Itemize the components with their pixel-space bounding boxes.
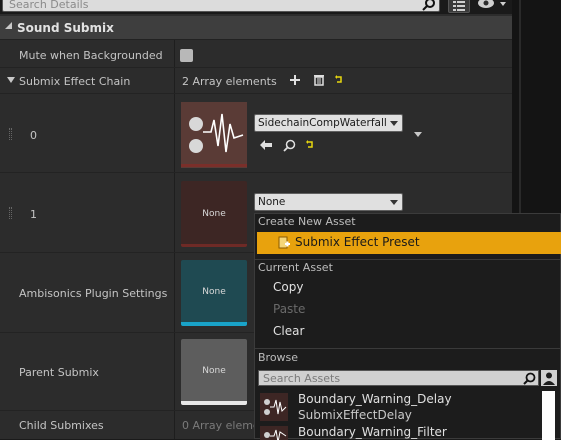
- current-asset-header: Current Asset: [258, 261, 333, 274]
- waveform-icon: [181, 102, 247, 168]
- ambisonics-plugin-settings-label: Ambisonics Plugin Settings: [19, 287, 168, 300]
- asset-dropdown-1[interactable]: None: [254, 193, 403, 211]
- visibility-options-button[interactable]: [476, 0, 510, 13]
- asset-list-item[interactable]: Boundary_Warning_Delay SubmixEffectDelay: [255, 390, 541, 424]
- menu-separator: [255, 259, 561, 260]
- section-header-sound-submix[interactable]: Sound Submix: [0, 16, 512, 40]
- submix-effect-chain-label: Submix Effect Chain: [19, 75, 131, 88]
- browse-icon[interactable]: [283, 139, 296, 152]
- trash-icon[interactable]: [313, 74, 325, 86]
- waveform-icon: [264, 399, 287, 415]
- reset-arrow-icon[interactable]: [305, 140, 315, 150]
- graph-wire: [519, 0, 521, 213]
- add-icon[interactable]: [289, 74, 301, 86]
- menu-separator: [255, 348, 561, 349]
- list-view-icon: [453, 1, 465, 11]
- asset-thumbnail: [260, 393, 288, 421]
- asset-thumbnail: [260, 426, 288, 440]
- array-index-1: 1: [30, 208, 37, 221]
- details-search-placeholder: Search Details: [9, 0, 89, 11]
- effect-chain-count: 2 Array elements: [182, 75, 277, 88]
- asset-type: SubmixEffectDelay: [298, 408, 412, 422]
- use-selected-arrow-icon[interactable]: [259, 139, 273, 151]
- drag-handle-icon[interactable]: [9, 207, 12, 219]
- asset-thumbnail-1[interactable]: None: [181, 181, 247, 247]
- reset-arrow-icon[interactable]: [334, 75, 344, 85]
- paste-menu-item: Paste: [273, 302, 306, 316]
- create-new-asset-header: Create New Asset: [258, 215, 356, 228]
- parent-submix-thumbnail-label: None: [202, 366, 226, 376]
- view-options-button[interactable]: [541, 370, 557, 386]
- row-divider: [0, 67, 512, 68]
- asset-list-scrollbar[interactable]: [542, 391, 555, 440]
- row-divider: [0, 172, 512, 173]
- column-divider[interactable]: [174, 40, 175, 439]
- asset-list-item[interactable]: Boundary_Warning_Filter: [255, 424, 541, 440]
- mute-when-backgrounded-checkbox[interactable]: [180, 49, 193, 62]
- drag-handle-icon[interactable]: [9, 128, 12, 140]
- browse-header: Browse: [258, 351, 299, 364]
- asset-thumbnail-0[interactable]: [181, 102, 247, 168]
- asset-name: Boundary_Warning_Filter: [298, 425, 447, 439]
- expand-triangle-icon[interactable]: [7, 77, 15, 83]
- asset-dropdown-0[interactable]: SidechainCompWaterfall: [254, 114, 403, 132]
- section-title: Sound Submix: [17, 21, 114, 35]
- eye-icon: [478, 0, 506, 8]
- mute-when-backgrounded-label: Mute when Backgrounded: [19, 49, 163, 62]
- asset-thumbnail-1-label: None: [202, 209, 226, 219]
- asset-picker-menu: Create New Asset Submix Effect Preset Cu…: [254, 213, 561, 440]
- details-search-input[interactable]: Search Details: [2, 0, 440, 12]
- ambisonics-thumbnail-label: None: [202, 287, 226, 297]
- element-0-menu-arrow-icon[interactable]: [414, 132, 422, 137]
- parent-submix-thumbnail[interactable]: None: [181, 339, 247, 405]
- asset-search-input[interactable]: Search Assets: [258, 370, 539, 386]
- array-index-0: 0: [30, 129, 37, 142]
- collapse-triangle-icon: [5, 22, 12, 29]
- chevron-down-icon: [390, 200, 398, 205]
- row-divider: [0, 93, 512, 94]
- list-view-button[interactable]: [448, 0, 470, 13]
- asset-dropdown-0-value: SidechainCompWaterfall: [258, 117, 387, 129]
- clear-menu-item[interactable]: Clear: [273, 324, 304, 338]
- ambisonics-thumbnail[interactable]: None: [181, 260, 247, 326]
- submix-effect-preset-label: Submix Effect Preset: [295, 235, 420, 249]
- create-asset-icon: [278, 236, 290, 249]
- waveform-icon: [264, 429, 287, 440]
- parent-submix-label: Parent Submix: [19, 366, 99, 379]
- copy-menu-item[interactable]: Copy: [273, 280, 303, 294]
- asset-name: Boundary_Warning_Delay: [298, 392, 452, 406]
- asset-dropdown-1-value: None: [258, 196, 286, 208]
- search-icon: [523, 372, 536, 385]
- child-submixes-label: Child Submixes: [19, 419, 104, 432]
- search-icon: [422, 0, 435, 11]
- asset-search-placeholder: Search Assets: [263, 372, 341, 385]
- submix-effect-preset-item[interactable]: Submix Effect Preset: [257, 232, 561, 254]
- chevron-down-icon: [390, 121, 398, 126]
- user-icon: [543, 372, 555, 385]
